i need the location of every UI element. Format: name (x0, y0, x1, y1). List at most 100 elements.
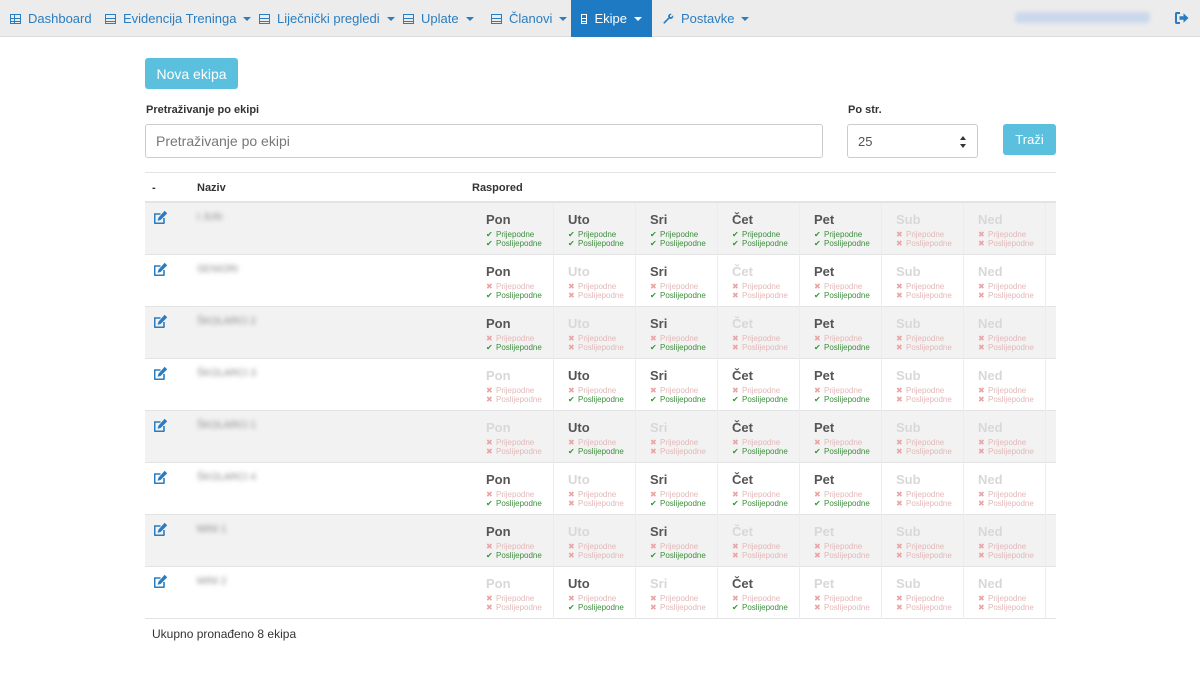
check-icon: ✔ (650, 499, 657, 508)
slot-label: Prijepodne (906, 334, 945, 343)
morning-slot: ✖ Prijepodne (814, 594, 862, 603)
nav-item-evidencija-treninga[interactable]: Evidencija Treninga (95, 0, 261, 37)
morning-slot: ✖ Prijepodne (732, 490, 780, 499)
day-name: Sub (896, 368, 921, 383)
slot-label: Prijepodne (906, 282, 945, 291)
cross-icon: ✖ (486, 542, 493, 551)
cross-icon: ✖ (814, 603, 821, 612)
schedule-day: Sri ✖ Prijepodne ✔ Poslijepodne (636, 515, 718, 567)
cross-icon: ✖ (650, 282, 657, 291)
cross-icon: ✖ (486, 594, 493, 603)
cross-icon: ✖ (568, 291, 575, 300)
day-name: Ned (978, 420, 1003, 435)
day-name: Uto (568, 264, 590, 279)
nav-item-ekipe[interactable]: Ekipe (571, 0, 652, 37)
afternoon-slot: ✖ Poslijepodne (896, 239, 952, 248)
day-name: Ned (978, 212, 1003, 227)
day-name: Ned (978, 264, 1003, 279)
morning-slot: ✔ Prijepodne (814, 230, 862, 239)
edit-icon[interactable] (152, 470, 169, 485)
slot-label: Prijepodne (496, 542, 535, 551)
slot-label: Poslijepodne (906, 239, 952, 248)
slot-label: Poslijepodne (742, 499, 788, 508)
afternoon-slot: ✖ Poslijepodne (896, 551, 952, 560)
day-name: Sub (896, 472, 921, 487)
list-icon (403, 13, 414, 24)
cross-icon: ✖ (486, 447, 493, 456)
per-page-value: 25 (858, 133, 873, 149)
slot-label: Prijepodne (824, 490, 863, 499)
slot-label: Prijepodne (906, 230, 945, 239)
schedule-day: Sri ✖ Prijepodne ✔ Poslijepodne (636, 255, 718, 307)
list-icon (491, 13, 502, 24)
schedule-day: Sub ✖ Prijepodne ✖ Poslijepodne (882, 567, 964, 619)
table-row: MINI 1 Pon ✖ Prijepodne ✔ Poslijepodne Uto ✖ Pri… (145, 515, 1056, 567)
schedule-day: Sub ✖ Prijepodne ✖ Poslijepodne (882, 515, 964, 567)
nav-item-clanovi[interactable]: Članovi (481, 0, 577, 37)
schedule-day: Sri ✖ Prijepodne ✔ Poslijepodne (636, 307, 718, 359)
afternoon-slot: ✔ Poslijepodne (650, 239, 706, 248)
slot-label: Prijepodne (578, 230, 617, 239)
day-name: Pet (814, 472, 835, 487)
logout-icon[interactable] (1175, 12, 1189, 24)
morning-slot: ✖ Prijepodne (978, 334, 1026, 343)
edit-icon[interactable] (152, 418, 169, 433)
nav-item-postavke[interactable]: Postavke (653, 0, 759, 37)
edit-icon[interactable] (152, 210, 169, 225)
nav-item-uplate[interactable]: Uplate (393, 0, 484, 37)
slot-label: Prijepodne (578, 386, 617, 395)
schedule-day: Pet ✖ Prijepodne ✔ Poslijepodne (800, 307, 882, 359)
user-account-name[interactable] (1015, 12, 1150, 23)
afternoon-slot: ✔ Poslijepodne (568, 239, 624, 248)
edit-icon[interactable] (152, 366, 169, 381)
day-name: Sri (650, 212, 668, 227)
edit-icon[interactable] (152, 574, 169, 589)
schedule-day: Pon ✖ Prijepodne ✖ Poslijepodne (472, 411, 554, 463)
search-input[interactable] (145, 124, 823, 158)
afternoon-slot: ✔ Poslijepodne (650, 551, 706, 560)
search-button[interactable]: Traži (1003, 124, 1056, 155)
check-icon: ✔ (650, 230, 657, 239)
check-icon: ✔ (650, 291, 657, 300)
morning-slot: ✖ Prijepodne (814, 386, 862, 395)
schedule-day: Ned ✖ Prijepodne ✖ Poslijepodne (964, 203, 1046, 255)
schedule-day: Čet ✖ Prijepodne ✔ Poslijepodne (718, 411, 800, 463)
morning-slot: ✖ Prijepodne (732, 386, 780, 395)
afternoon-slot: ✖ Poslijepodne (896, 499, 952, 508)
cross-icon: ✖ (568, 438, 575, 447)
day-name: Pon (486, 264, 511, 279)
nav-item-dashboard[interactable]: Dashboard (0, 0, 102, 37)
afternoon-slot: ✔ Poslijepodne (650, 499, 706, 508)
cross-icon: ✖ (732, 594, 739, 603)
new-team-button[interactable]: Nova ekipa (145, 58, 238, 89)
cross-icon: ✖ (978, 542, 985, 551)
schedule-day: Ned ✖ Prijepodne ✖ Poslijepodne (964, 515, 1046, 567)
check-icon: ✔ (732, 230, 739, 239)
nav-item-ljecnicki-pregledi[interactable]: Liječnički pregledi (249, 0, 405, 37)
schedule-day: Čet ✖ Prijepodne ✖ Poslijepodne (718, 307, 800, 359)
edit-icon[interactable] (152, 262, 169, 277)
morning-slot: ✔ Prijepodne (568, 230, 616, 239)
cross-icon: ✖ (650, 447, 657, 456)
afternoon-slot: ✖ Poslijepodne (732, 343, 788, 352)
cross-icon: ✖ (896, 447, 903, 456)
cross-icon: ✖ (896, 499, 903, 508)
slot-label: Poslijepodne (660, 603, 706, 612)
morning-slot: ✖ Prijepodne (486, 490, 534, 499)
morning-slot: ✖ Prijepodne (978, 542, 1026, 551)
slot-label: Prijepodne (742, 594, 781, 603)
nav-label: Dashboard (28, 11, 92, 26)
slot-label: Poslijepodne (824, 291, 870, 300)
slot-label: Prijepodne (824, 438, 863, 447)
morning-slot: ✖ Prijepodne (486, 542, 534, 551)
day-name: Pon (486, 368, 511, 383)
schedule-day: Ned ✖ Prijepodne ✖ Poslijepodne (964, 567, 1046, 619)
schedule-day: Ned ✖ Prijepodne ✖ Poslijepodne (964, 255, 1046, 307)
edit-icon[interactable] (152, 314, 169, 329)
cross-icon: ✖ (732, 551, 739, 560)
per-page-select[interactable]: 25 (847, 124, 978, 158)
edit-icon[interactable] (152, 522, 169, 537)
morning-slot: ✖ Prijepodne (978, 490, 1026, 499)
slot-label: Prijepodne (660, 230, 699, 239)
afternoon-slot: ✔ Poslijepodne (650, 395, 706, 404)
